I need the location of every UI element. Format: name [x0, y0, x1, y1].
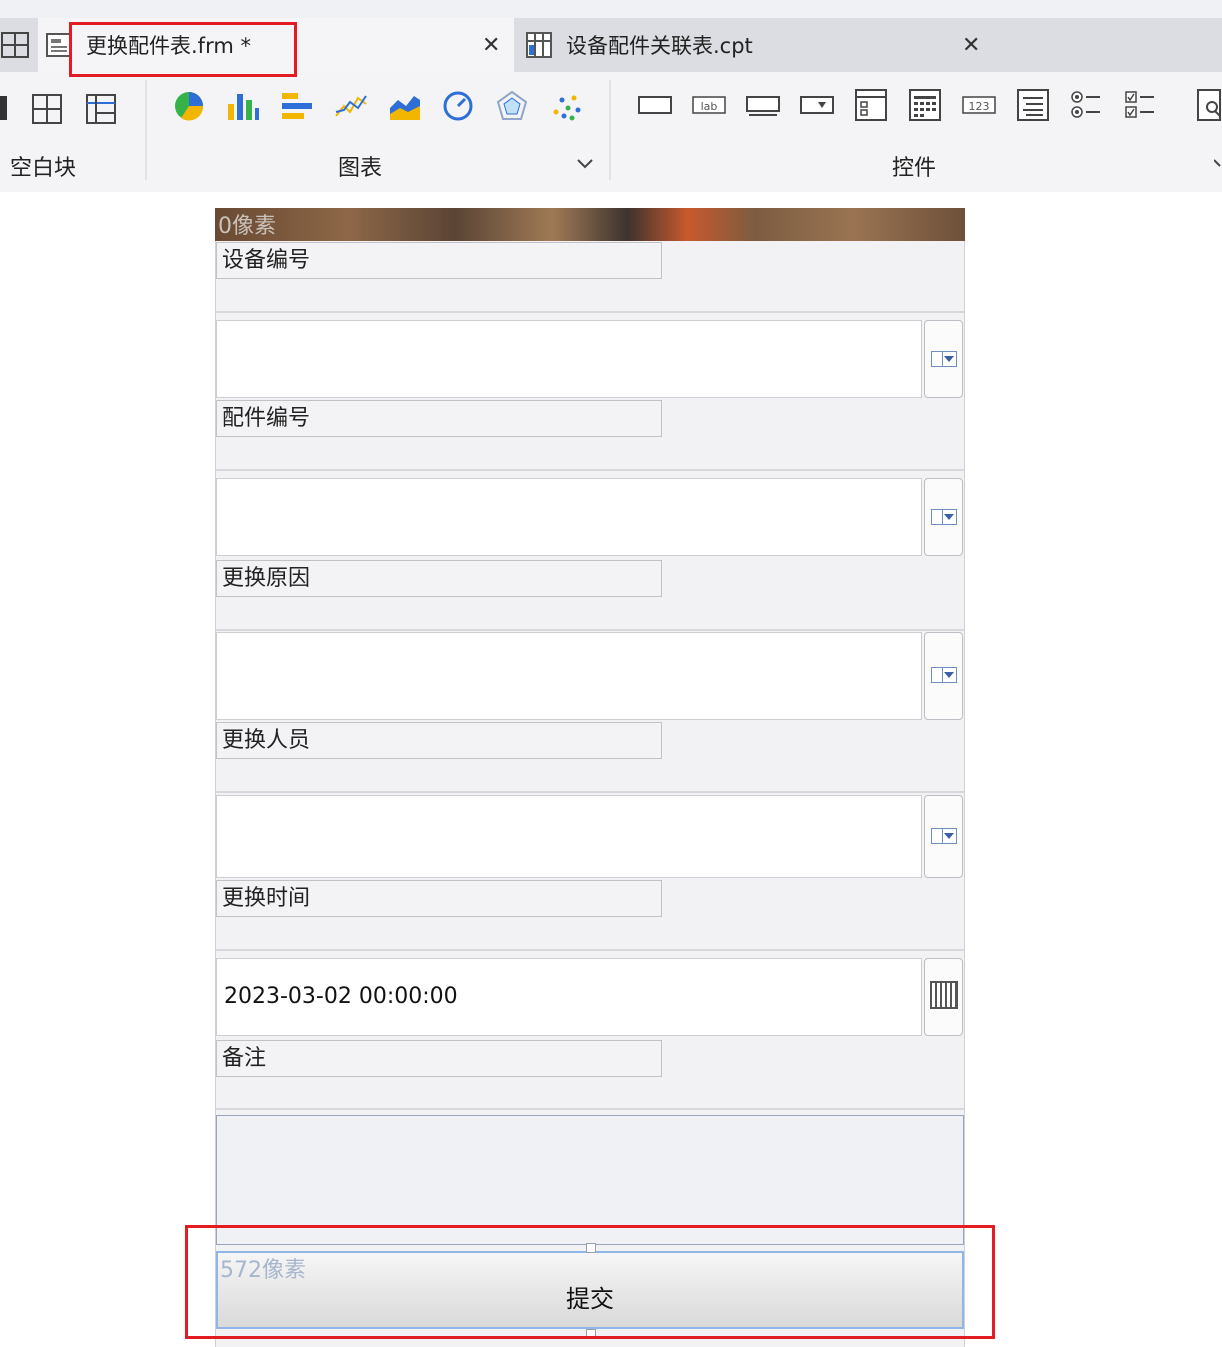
field-label-time: 更换时间: [216, 880, 662, 917]
number-widget-icon[interactable]: 123: [962, 94, 996, 120]
person-input[interactable]: [216, 795, 922, 878]
top-toolbar-strip: [0, 0, 1222, 18]
divider: [216, 949, 964, 951]
textbox-widget-icon[interactable]: [638, 94, 672, 120]
button-widget-icon[interactable]: [746, 94, 780, 122]
time-input[interactable]: 2023-03-02 00:00:00: [216, 958, 922, 1036]
field-label-person: 更换人员: [216, 722, 662, 759]
part-id-dropdown-button[interactable]: [924, 478, 963, 556]
close-icon[interactable]: ✕: [482, 33, 500, 58]
ribbon-group-chart: 图表: [338, 156, 383, 181]
highlight-box: [69, 22, 297, 77]
chevron-down-icon[interactable]: [576, 156, 594, 175]
horizontal-bar-icon[interactable]: [280, 90, 314, 126]
device-id-input[interactable]: [216, 320, 922, 398]
area-chart-icon[interactable]: [388, 90, 422, 126]
checkbox-group-icon[interactable]: [1124, 88, 1158, 126]
tab-cpt[interactable]: 设备配件关联表.cpt ✕: [516, 18, 994, 72]
tab-label: 设备配件关联表.cpt: [566, 34, 753, 58]
close-icon[interactable]: ✕: [962, 33, 980, 58]
calendar-widget-icon[interactable]: [908, 88, 942, 126]
top-pixel-label: 0像素: [218, 214, 276, 239]
label-widget-icon[interactable]: lab: [692, 94, 726, 120]
ribbon-group-widget: 控件: [892, 156, 937, 181]
field-label-reason: 更换原因: [216, 560, 662, 597]
grid-layout-icon[interactable]: [0, 30, 30, 64]
blank-block-icon[interactable]: [0, 94, 8, 126]
search-widget-icon[interactable]: [1196, 88, 1222, 126]
line-chart-icon[interactable]: [334, 90, 368, 126]
dropdown-icon: [931, 828, 957, 844]
calendar-icon: [930, 981, 958, 1009]
textarea-widget-icon[interactable]: [1016, 88, 1050, 126]
field-label-remark: 备注: [216, 1040, 662, 1077]
scatter-chart-icon[interactable]: [550, 90, 582, 126]
radar-chart-icon[interactable]: [496, 90, 528, 126]
ribbon-group-blank: 空白块: [10, 156, 77, 181]
reason-dropdown-button[interactable]: [924, 632, 963, 720]
divider: [216, 469, 964, 471]
dropdown-icon: [931, 351, 957, 367]
header-image: 0像素: [215, 208, 965, 241]
divider: [216, 1108, 964, 1110]
svg-text:123: 123: [969, 100, 990, 113]
split-layout-icon[interactable]: [32, 94, 62, 128]
report-file-icon: [526, 32, 554, 63]
reason-input[interactable]: [216, 632, 922, 720]
chevron-down-icon[interactable]: [1213, 156, 1222, 175]
dropdown-widget-icon[interactable]: [800, 94, 834, 120]
divider: [216, 791, 964, 793]
person-dropdown-button[interactable]: [924, 795, 963, 878]
highlight-box: [185, 1225, 995, 1339]
field-label-part-id: 配件编号: [216, 400, 662, 437]
device-id-dropdown-button[interactable]: [924, 320, 963, 398]
time-calendar-button[interactable]: [924, 958, 963, 1036]
field-label-device-id: 设备编号: [216, 242, 662, 279]
pie-chart-icon[interactable]: [173, 90, 205, 126]
divider: [216, 311, 964, 313]
dropdown-icon: [931, 667, 957, 683]
gauge-chart-icon[interactable]: [442, 90, 474, 126]
svg-text:lab: lab: [701, 100, 718, 113]
radio-group-icon[interactable]: [1070, 88, 1104, 126]
ribbon-separator: [145, 80, 147, 180]
table-layout-icon[interactable]: [86, 94, 116, 128]
part-id-input[interactable]: [216, 478, 922, 556]
bar-chart-icon[interactable]: [226, 90, 260, 126]
divider: [216, 629, 964, 631]
form-widget-icon[interactable]: [854, 88, 888, 126]
ribbon-separator: [609, 80, 611, 180]
dropdown-icon: [931, 509, 957, 525]
